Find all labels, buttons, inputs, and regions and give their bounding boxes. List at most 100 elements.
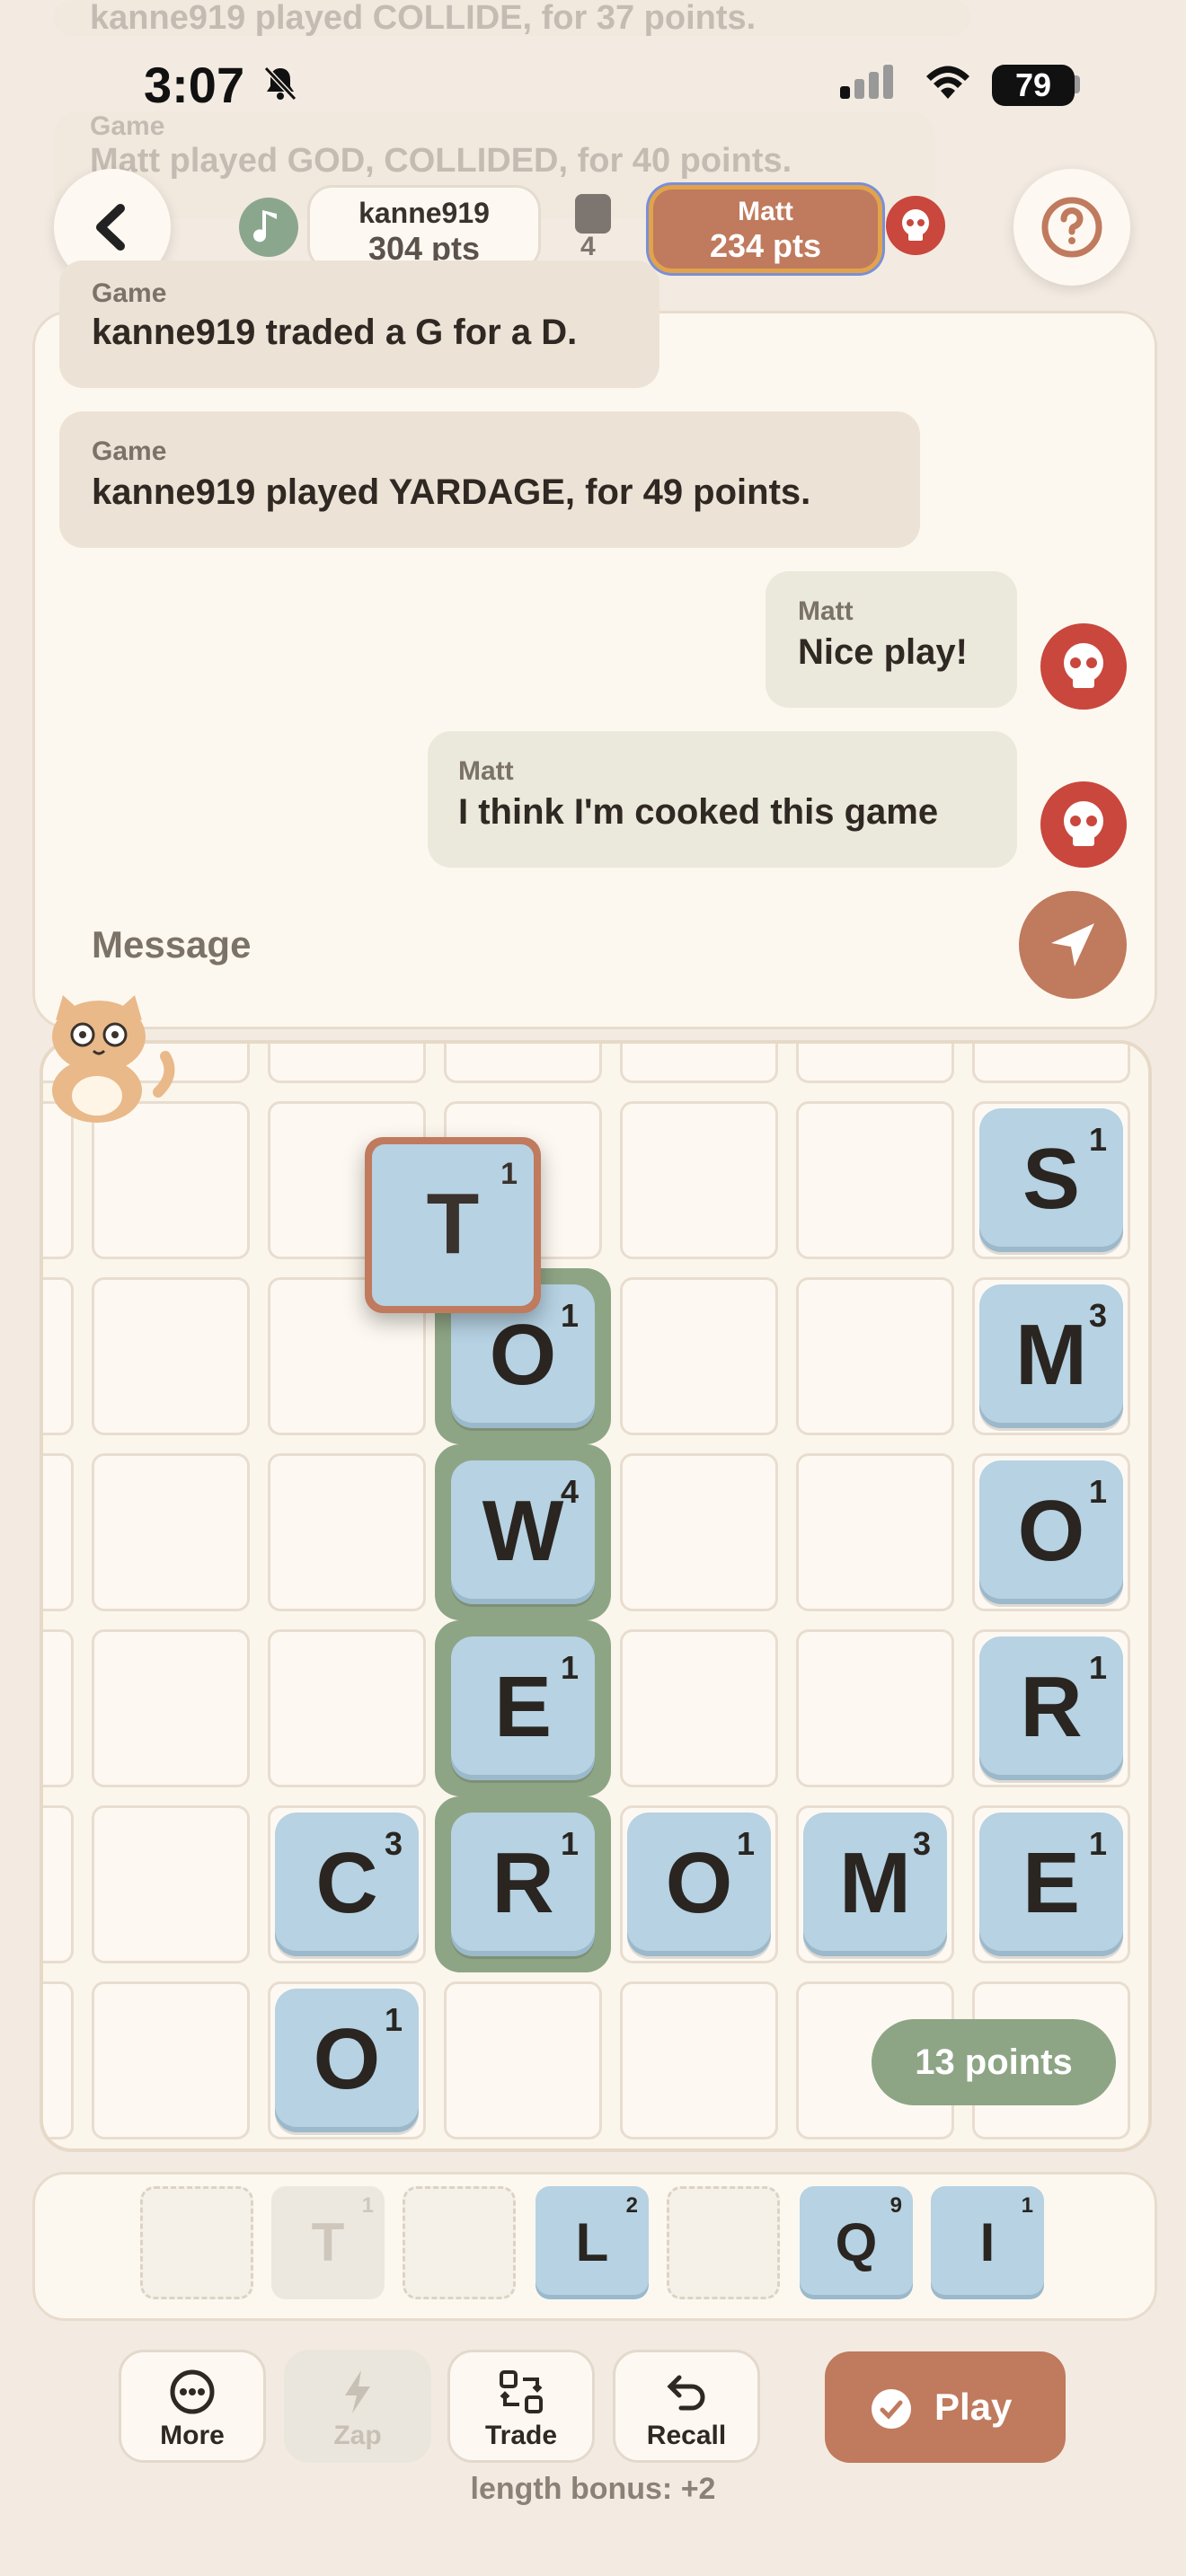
board-cell[interactable] — [796, 1277, 954, 1435]
board-cell[interactable] — [43, 1805, 74, 1963]
tile-score: 3 — [912, 1825, 931, 1862]
tile-bag-count: 4 — [580, 232, 596, 261]
empty-rack-slot — [140, 2186, 253, 2299]
lightning-icon — [345, 2370, 370, 2413]
board-tile[interactable]: W4 — [451, 1460, 595, 1604]
tile-score: 1 — [1088, 1473, 1107, 1510]
board-cell[interactable] — [620, 1981, 778, 2139]
wifi-icon — [926, 66, 969, 99]
points-preview-badge: 13 points — [872, 2019, 1116, 2105]
send-icon — [1051, 923, 1094, 966]
trade-icon — [500, 2370, 543, 2413]
music-note-icon[interactable] — [239, 198, 298, 257]
board-tile: R1 — [979, 1636, 1123, 1780]
board-cell[interactable] — [43, 1277, 74, 1435]
rack-tile[interactable]: I 1 — [931, 2186, 1044, 2299]
undo-arrow-icon — [667, 2375, 705, 2411]
skull-avatar-icon — [886, 196, 945, 255]
cellular-signal-icon — [840, 65, 898, 99]
tile-score: 1 — [1088, 1825, 1107, 1862]
board-tile: E1 — [979, 1813, 1123, 1956]
board-cell[interactable] — [268, 1044, 426, 1083]
player2-points: 234 pts — [709, 227, 822, 264]
chat-message: Matt Nice play! — [766, 571, 1017, 708]
board-cell[interactable] — [268, 1453, 426, 1611]
board-cell[interactable] — [620, 1277, 778, 1435]
board-cell[interactable] — [972, 1044, 1130, 1083]
player2-name: Matt — [738, 197, 793, 226]
game-message: Game kanne919 played YARDAGE, for 49 poi… — [59, 411, 920, 548]
board-tile: M3 — [979, 1284, 1123, 1428]
message-input[interactable]: Message — [92, 923, 251, 966]
board-cell[interactable] — [796, 1044, 954, 1083]
check-circle-icon — [872, 2389, 911, 2429]
send-button[interactable] — [1019, 891, 1127, 999]
board-tile: O1 — [275, 1989, 419, 2132]
chat-message: Matt I think I'm cooked this game — [428, 731, 1017, 868]
board-tile: S1 — [979, 1108, 1123, 1252]
empty-rack-slot — [667, 2186, 780, 2299]
board-cell[interactable] — [620, 1629, 778, 1787]
board-tile[interactable]: E1 — [451, 1636, 595, 1780]
player1-score-pill: kanne919 304 pts — [307, 185, 541, 271]
battery-indicator: 79 — [992, 65, 1075, 106]
dragging-tile[interactable]: T 1 — [365, 1137, 541, 1313]
tile-score: 3 — [384, 1825, 403, 1862]
board-cell[interactable] — [92, 1981, 250, 2139]
board-cell[interactable] — [796, 1101, 954, 1259]
board-cell[interactable] — [268, 1629, 426, 1787]
recall-button[interactable]: Recall — [613, 2350, 760, 2463]
play-button[interactable]: Play — [825, 2351, 1066, 2463]
board-tile[interactable]: R1 — [451, 1813, 595, 1956]
battery-tip — [1075, 75, 1080, 93]
tile-score: 1 — [1088, 1121, 1107, 1158]
rack-tile-placed: T 1 — [271, 2186, 385, 2299]
tile-score: 1 — [560, 1297, 579, 1334]
background-log-item: kanne919 played COLLIDE, for 37 points. — [54, 0, 970, 36]
board-cell[interactable] — [43, 1981, 74, 2139]
tile-score: 3 — [1088, 1297, 1107, 1334]
board-cell[interactable] — [92, 1453, 250, 1611]
board-cell[interactable] — [92, 1805, 250, 1963]
help-button[interactable] — [1013, 169, 1130, 286]
board-cell[interactable] — [444, 1044, 602, 1083]
game-message: Game kanne919 traded a G for a D. — [59, 260, 659, 388]
tile-score: 1 — [736, 1825, 755, 1862]
zap-button[interactable]: Zap — [284, 2350, 431, 2463]
board-cell[interactable] — [43, 1453, 74, 1611]
player2-score-pill: Matt 234 pts — [649, 185, 882, 273]
game-board[interactable]: S1O1M3W4O1E1R1C3R1O1M3E1O1 — [40, 1040, 1152, 2152]
board-tile: C3 — [275, 1813, 419, 1956]
player1-name: kanne919 — [358, 197, 490, 229]
board-cell[interactable] — [444, 1981, 602, 2139]
board-cell[interactable] — [620, 1101, 778, 1259]
trade-button[interactable]: Trade — [447, 2350, 595, 2463]
rack-tile[interactable]: L 2 — [535, 2186, 649, 2299]
board-cell[interactable] — [796, 1629, 954, 1787]
tile-score: 1 — [384, 2001, 403, 2038]
rack-tile[interactable]: Q 9 — [800, 2186, 913, 2299]
tile-bag-icon — [575, 194, 611, 234]
skull-avatar-icon — [1040, 623, 1127, 710]
tile-score: 1 — [560, 1649, 579, 1686]
silent-bell-icon — [263, 66, 297, 101]
more-button[interactable]: More — [119, 2350, 266, 2463]
board-tile: O1 — [627, 1813, 771, 1956]
tile-score: 4 — [560, 1473, 579, 1510]
tile-score: 1 — [1088, 1649, 1107, 1686]
empty-rack-slot — [403, 2186, 516, 2299]
board-cell[interactable] — [620, 1044, 778, 1083]
length-bonus-text: length bonus: +2 — [470, 2472, 716, 2506]
question-icon — [1041, 197, 1102, 258]
board-tile: O1 — [979, 1460, 1123, 1604]
board-cell[interactable] — [620, 1453, 778, 1611]
board-cell[interactable] — [92, 1277, 250, 1435]
skull-avatar-icon — [1040, 781, 1127, 868]
cat-mascot-icon — [52, 995, 175, 1123]
board-cell[interactable] — [92, 1629, 250, 1787]
tile-score: 1 — [560, 1825, 579, 1862]
status-time: 3:07 — [144, 57, 245, 113]
board-cell[interactable] — [796, 1453, 954, 1611]
board-tile: M3 — [803, 1813, 947, 1956]
board-cell[interactable] — [43, 1629, 74, 1787]
